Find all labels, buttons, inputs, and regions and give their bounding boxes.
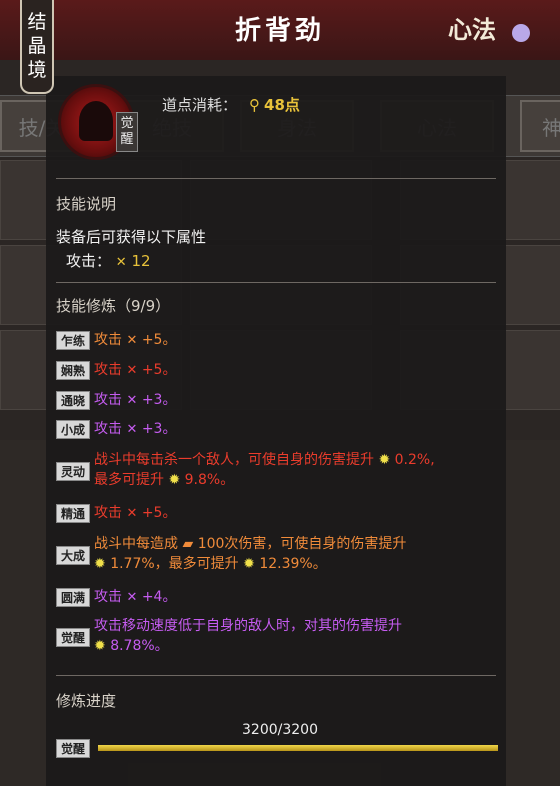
progress-badge: 觉醒 <box>56 739 90 758</box>
stage-badge: 大成 <box>56 546 90 565</box>
scroll-icon: ▰ <box>182 536 194 552</box>
stage-badge: 通晓 <box>56 391 90 410</box>
cost-value: 48点 <box>264 96 300 114</box>
yinyang-icon <box>512 24 530 42</box>
stage-badge: 觉醒 <box>56 628 90 647</box>
description-header: 技能说明 <box>56 195 117 213</box>
stage-badge: 圆满 <box>56 588 90 607</box>
sword-icon: ✕ <box>126 422 138 437</box>
awaken-badge: 觉 醒 <box>116 112 138 152</box>
sword-icon: ✕ <box>126 393 138 408</box>
stage-text: 战斗中每击杀一个敌人，可使自身的伤害提升 ✹ 0.2%, 最多可提升 ✹ 9.8… <box>94 452 435 488</box>
sword-icon: ✕ <box>126 363 138 378</box>
realm-char: 结 <box>27 11 47 33</box>
stage-text: 攻击 ✕ +5。 <box>94 362 177 378</box>
stage-text: 攻击移动速度低于自身的敌人时，对其的伤害提升 ✹ 8.78%。 <box>94 618 402 654</box>
progress-header: 修炼进度 <box>56 692 117 710</box>
location-pin-icon: ⚲ <box>249 96 261 114</box>
cost-label: 道点消耗： <box>162 96 238 114</box>
realm-char: 晶 <box>27 35 47 57</box>
sun-icon: ✹ <box>94 638 106 654</box>
divider <box>56 178 496 179</box>
cost-line: 道点消耗： ⚲ 48点 <box>162 94 300 115</box>
sun-icon: ✹ <box>168 472 181 488</box>
tab-more[interactable]: 神 <box>520 100 560 152</box>
progress-value: 3200/3200 <box>242 722 318 738</box>
attack-value: 12 <box>131 252 151 270</box>
stage-text: 攻击 ✕ +3。 <box>94 392 177 408</box>
school-label: 心法 <box>448 15 496 44</box>
stage-badge: 精通 <box>56 504 90 523</box>
divider <box>56 675 496 676</box>
realm-tag: 结 晶 境 <box>20 0 54 94</box>
realm-char: 境 <box>27 59 47 81</box>
stage-text: 攻击 ✕ +5。 <box>94 505 177 521</box>
sun-icon: ✹ <box>378 452 391 468</box>
stage-text: 攻击 ✕ +4。 <box>94 589 177 605</box>
sun-icon: ✹ <box>94 556 106 572</box>
sun-icon: ✹ <box>243 556 255 572</box>
cultivation-header: 技能修炼（9/9） <box>56 297 171 315</box>
sword-icon: ✕ <box>126 506 138 521</box>
sword-icon: ✕ <box>126 590 138 605</box>
attack-line: 攻击： ✕ 12 <box>66 252 151 270</box>
progress-bar <box>98 745 498 751</box>
stage-text: 攻击 ✕ +5。 <box>94 332 177 348</box>
stage-badge: 娴熟 <box>56 361 90 380</box>
stage-badge: 灵动 <box>56 462 90 481</box>
stage-badge: 小成 <box>56 420 90 439</box>
progress-fill <box>98 745 498 751</box>
stage-text: 攻击 ✕ +3。 <box>94 421 177 437</box>
equip-text: 装备后可获得以下属性 <box>56 228 207 246</box>
stage-text: 战斗中每造成 ▰ 100次伤害，可使自身的伤害提升 ✹ 1.77%，最多可提升 … <box>94 536 407 572</box>
sword-icon: ✕ <box>115 255 127 270</box>
stage-badge: 乍练 <box>56 331 90 350</box>
sword-icon: ✕ <box>126 333 138 348</box>
divider <box>56 282 496 283</box>
